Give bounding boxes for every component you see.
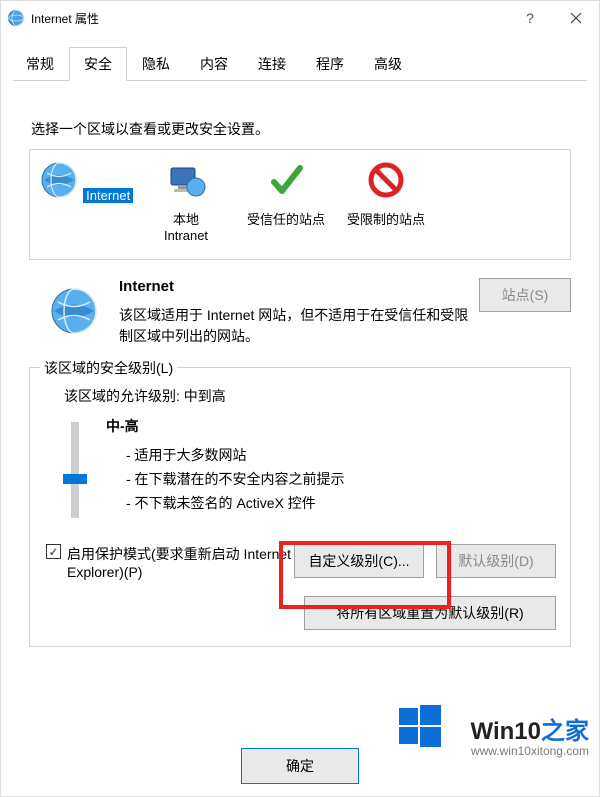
checkmark-icon: ✓ <box>48 546 58 558</box>
tab-connections[interactable]: 连接 <box>243 47 301 81</box>
zone-detail-title: Internet <box>119 278 471 295</box>
zone-trusted-label: 受信任的站点 <box>236 209 336 228</box>
tab-general[interactable]: 常规 <box>11 47 69 81</box>
zone-detail-icon <box>29 278 119 347</box>
tab-advanced[interactable]: 高级 <box>359 47 417 81</box>
brand-suffix: 之家 <box>541 718 589 745</box>
dialog-window: Internet 属性 ? 常规 安全 隐私 内容 连接 程序 高级 选择一个区… <box>0 0 600 797</box>
zone-intranet-label: 本地 Intranet <box>136 209 236 243</box>
close-button[interactable] <box>553 1 599 35</box>
security-slider-thumb[interactable] <box>63 474 87 484</box>
zone-trusted[interactable]: 受信任的站点 <box>236 156 336 247</box>
zone-restricted[interactable]: 受限制的站点 <box>336 156 436 247</box>
protected-mode-label: 启用保护模式(要求重新启动 Internet Explorer)(P) <box>67 544 294 580</box>
titlebar: Internet 属性 ? <box>1 1 599 35</box>
checkmark-icon <box>266 187 306 204</box>
bullet-1: - 适用于大多数网站 <box>126 444 556 468</box>
zones-list: Internet 本地 Intranet 受信任的站点 <box>36 156 564 247</box>
custom-level-button[interactable]: 自定义级别(C)... <box>294 544 424 578</box>
watermark-brand: Win10之家 <box>471 711 589 746</box>
internet-icon <box>7 9 25 27</box>
titlebar-buttons: ? <box>507 1 599 35</box>
zone-internet-label: Internet <box>83 188 133 203</box>
security-level-fieldset: 该区域的安全级别(L) 该区域的允许级别: 中到高 中-高 - 适用于大多数网站… <box>29 367 571 647</box>
win10-logo-icon <box>399 705 441 752</box>
zones-box: Internet 本地 Intranet 受信任的站点 <box>29 149 571 260</box>
zone-intranet[interactable]: 本地 Intranet <box>136 156 236 247</box>
ok-button[interactable]: 确定 <box>241 748 359 784</box>
help-button[interactable]: ? <box>507 1 553 35</box>
zone-detail-text: Internet 该区域适用于 Internet 网站，但不适用于在受信任和受限… <box>119 278 471 347</box>
level-row: 中-高 - 适用于大多数网站 - 在下载潜在的不安全内容之前提示 - 不下载未签… <box>44 416 556 518</box>
monitor-globe-icon <box>166 187 206 204</box>
ok-row: 确定 <box>1 748 599 784</box>
fieldset-title: 该区域的安全级别(L) <box>40 358 177 378</box>
protected-mode-checkbox[interactable]: ✓ <box>46 544 61 559</box>
slider-col <box>44 416 106 518</box>
zone-restricted-label: 受限制的站点 <box>336 209 436 228</box>
brand-main: Win10 <box>471 718 541 745</box>
level-buttons: 自定义级别(C)... 默认级别(D) 将所有区域重置为默认级别(R) <box>294 544 556 630</box>
zone-detail: Internet 该区域适用于 Internet 网站，但不适用于在受信任和受限… <box>29 278 571 347</box>
bullet-3: - 不下载未签名的 ActiveX 控件 <box>126 492 556 516</box>
zone-detail-desc: 该区域适用于 Internet 网站，但不适用于在受信任和受限制区域中列出的网站… <box>119 305 471 347</box>
prohibited-icon <box>366 187 406 204</box>
default-level-button[interactable]: 默认级别(D) <box>436 544 556 578</box>
window-title: Internet 属性 <box>31 10 507 27</box>
sites-button[interactable]: 站点(S) <box>479 278 571 312</box>
zone-internet[interactable]: Internet <box>36 156 136 247</box>
level-desc: - 适用于大多数网站 - 在下载潜在的不安全内容之前提示 - 不下载未签名的 A… <box>106 444 556 515</box>
level-col: 中-高 - 适用于大多数网站 - 在下载潜在的不安全内容之前提示 - 不下载未签… <box>106 416 556 518</box>
tab-content[interactable]: 内容 <box>185 47 243 81</box>
reset-all-button[interactable]: 将所有区域重置为默认级别(R) <box>304 596 556 630</box>
tab-row: 常规 安全 隐私 内容 连接 程序 高级 <box>1 47 599 81</box>
level-buttons-row: 自定义级别(C)... 默认级别(D) <box>294 544 556 578</box>
sites-button-wrap: 站点(S) <box>479 278 571 347</box>
globe-icon <box>39 187 83 204</box>
tab-security[interactable]: 安全 <box>69 47 127 81</box>
tab-privacy[interactable]: 隐私 <box>127 47 185 81</box>
instruction-text: 选择一个区域以查看或更改安全设置。 <box>31 119 571 139</box>
bullet-2: - 在下载潜在的不安全内容之前提示 <box>126 468 556 492</box>
tab-content: 选择一个区域以查看或更改安全设置。 Internet 本地 Intranet <box>1 81 599 657</box>
allowed-levels-text: 该区域的允许级别: 中到高 <box>64 386 556 406</box>
protected-mode-row: ✓ 启用保护模式(要求重新启动 Internet Explorer)(P) 自定… <box>46 544 556 630</box>
level-name: 中-高 <box>106 416 556 436</box>
tab-programs[interactable]: 程序 <box>301 47 359 81</box>
security-slider-track[interactable] <box>71 422 79 518</box>
